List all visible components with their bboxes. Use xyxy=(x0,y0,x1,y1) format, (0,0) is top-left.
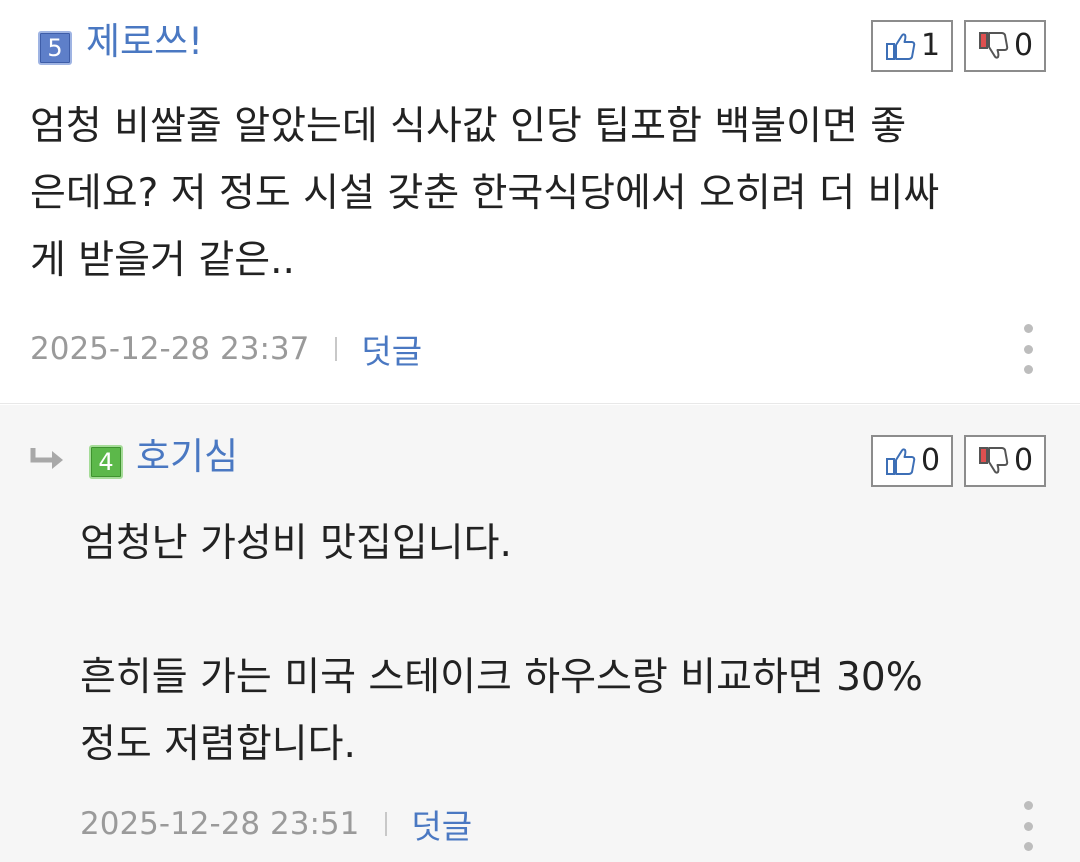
reply-arrow-icon xyxy=(30,448,63,469)
like-count: 1 xyxy=(920,28,941,63)
dislike-count: 0 xyxy=(1013,443,1034,478)
like-button[interactable]: 0 xyxy=(871,435,953,487)
more-vertical-icon[interactable] xyxy=(1013,801,1043,851)
reply-link[interactable]: 덧글 xyxy=(361,325,422,373)
comment-meta: 2025-12-28 23:51 덧글 xyxy=(80,801,472,847)
reply-comment: 4 호기심 0 0 엄청난 가성비 맛집입니다. 흔히들 가는 미국 스테이크 … xyxy=(0,405,1080,862)
comment-meta: 2025-12-28 23:37 덧글 xyxy=(30,326,422,372)
like-count: 0 xyxy=(920,443,941,478)
more-vertical-icon[interactable] xyxy=(1013,324,1043,374)
like-button[interactable]: 1 xyxy=(871,20,953,72)
thumbs-up-icon xyxy=(885,33,916,60)
thumbs-up-icon xyxy=(885,448,916,475)
comment: 5 제로쓰! 1 0 엄청 비쌀줄 알았는데 식사값 인당 팁포함 백불이면 좋… xyxy=(0,0,1080,404)
comment-date: 2025-12-28 23:51 xyxy=(80,806,360,842)
level-badge: 4 xyxy=(89,445,123,479)
comment-author[interactable]: 제로쓰! xyxy=(86,20,203,64)
comment-date: 2025-12-28 23:37 xyxy=(30,331,310,367)
comment-body: 엄청난 가성비 맛집입니다. 흔히들 가는 미국 스테이크 하우스랑 비교하면 … xyxy=(80,521,923,767)
divider xyxy=(385,812,388,836)
comment-author[interactable]: 호기심 xyxy=(136,435,238,479)
divider xyxy=(335,337,338,361)
reply-link[interactable]: 덧글 xyxy=(411,800,472,848)
dislike-count: 0 xyxy=(1013,28,1034,63)
thumbs-down-icon xyxy=(978,447,1009,474)
comment-body: 엄청 비쌀줄 알았는데 식사값 인당 팁포함 백불이면 좋 은데요? 저 정도 … xyxy=(30,104,940,283)
level-badge: 5 xyxy=(38,31,72,65)
dislike-button[interactable]: 0 xyxy=(964,20,1046,72)
dislike-button[interactable]: 0 xyxy=(964,435,1046,487)
thumbs-down-icon xyxy=(978,32,1009,59)
